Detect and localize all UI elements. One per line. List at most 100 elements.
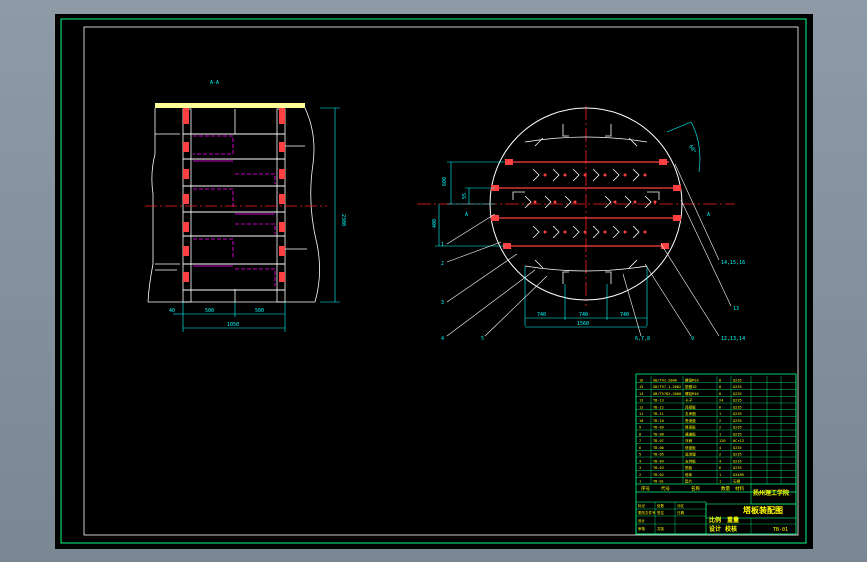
parts-cell: TB-11 bbox=[653, 412, 664, 416]
parts-cell: 6 bbox=[719, 466, 721, 470]
parts-cell: Q235 bbox=[733, 419, 742, 423]
parts-cell: TB-01 bbox=[653, 480, 664, 484]
parts-cell: 受液盘 bbox=[685, 418, 696, 423]
parts-cell: TB-06 bbox=[653, 446, 664, 450]
parts-cell: 3 bbox=[639, 466, 641, 470]
parts-cell: GB/T97.1-2002 bbox=[653, 385, 681, 389]
parts-cell: 4 bbox=[639, 459, 641, 463]
section-mark-right: A bbox=[707, 212, 710, 218]
leader-label-3: 3 bbox=[441, 300, 444, 306]
mini-label-date: 日期 bbox=[677, 510, 685, 515]
drawing-number: TB-01 bbox=[773, 527, 788, 533]
parts-cell: Q235 bbox=[733, 405, 742, 409]
parts-header-no: 序号 bbox=[641, 485, 650, 492]
leader-label-13: 13 bbox=[733, 306, 739, 312]
parts-cell: TB-10 bbox=[653, 419, 664, 423]
parts-cell: 8 bbox=[639, 432, 641, 436]
parts-cell: 1 bbox=[639, 480, 641, 484]
parts-cell: Q235 bbox=[733, 446, 742, 450]
parts-cell: 2 bbox=[639, 473, 641, 477]
parts-cell: 4 bbox=[719, 459, 721, 463]
elevation-view: A-A 2300 40 500 500 1050 bbox=[145, 80, 346, 332]
parts-header-code: 代号 bbox=[661, 485, 670, 492]
dim-v2: 55 bbox=[462, 193, 468, 199]
mini-label-count: 处数 bbox=[657, 503, 665, 508]
parts-cell: Q235 bbox=[733, 432, 742, 436]
drawing-title: 塔板装配图 bbox=[743, 505, 783, 515]
parts-cell: 1 bbox=[719, 412, 721, 416]
parts-cell: TB-09 bbox=[653, 426, 664, 430]
parts-cell: 12 bbox=[639, 405, 643, 409]
parts-cell: 垫片 bbox=[685, 479, 693, 484]
valve-pattern bbox=[524, 168, 652, 239]
parts-cell: 15 bbox=[639, 385, 643, 389]
parts-cell: Q235 bbox=[733, 459, 742, 463]
parts-cell: 8 bbox=[719, 392, 721, 396]
leader-label-4: 4 bbox=[441, 336, 444, 342]
stamp-designer: 设计 bbox=[709, 525, 721, 533]
parts-cell: 垫圈10 bbox=[685, 384, 697, 389]
parts-cell: 浮阀 bbox=[685, 438, 693, 443]
parts-list-text: 16 GB/T41-2000 螺母M10 8 Q23515 GB/T97.1-2002 垫圈… bbox=[639, 377, 745, 483]
parts-cell: 塔盘板 bbox=[685, 445, 696, 450]
plan-dimensions bbox=[435, 121, 701, 328]
left-break-line bbox=[147, 108, 156, 303]
parts-cell: 13 bbox=[639, 399, 643, 403]
parts-cell: 14 bbox=[639, 392, 643, 396]
parts-cell: Q235 bbox=[733, 399, 742, 403]
mini-label-mark: 标记 bbox=[638, 503, 646, 508]
parts-cell: 7 bbox=[639, 439, 641, 443]
parts-cell: Q235 bbox=[733, 426, 742, 430]
parts-cell: TB-07 bbox=[653, 439, 664, 443]
parts-cell: 1 bbox=[719, 432, 721, 436]
mini-label-zone: 分区 bbox=[677, 503, 685, 508]
parts-cell: Q235 bbox=[733, 392, 742, 396]
cad-viewport[interactable]: A-A 2300 40 500 500 1050 600 55 400 740 … bbox=[55, 14, 813, 549]
mini-label-sign: 签名 bbox=[657, 510, 664, 515]
dim-half-left: 500 bbox=[205, 308, 214, 314]
dim-half-right: 500 bbox=[255, 308, 264, 314]
dim-total: 1560 bbox=[577, 321, 589, 327]
parts-cell: 8 bbox=[719, 378, 721, 382]
parts-cell: 卡子 bbox=[685, 398, 693, 403]
valve-markers bbox=[533, 173, 657, 234]
parts-cell: TB-02 bbox=[653, 473, 664, 477]
plan-view: 600 55 400 740 740 740 1560 60° A A 1 2 … bbox=[417, 106, 745, 342]
parts-cell: 10 bbox=[639, 419, 643, 423]
title-block: 16 GB/T41-2000 螺母M10 8 Q23515 GB/T97.1-2002 垫圈… bbox=[635, 373, 797, 535]
stamp-weight: 重量 bbox=[727, 516, 739, 524]
leader-label-6-7-8: 6,7,8 bbox=[635, 336, 650, 342]
leader-label-12-13-14: 12,13,14 bbox=[721, 336, 745, 342]
parts-cell: TB-08 bbox=[653, 432, 664, 436]
parts-cell: 4 bbox=[719, 446, 721, 450]
parts-cell: 2 bbox=[719, 453, 721, 457]
parts-cell: 11 bbox=[639, 412, 643, 416]
parts-cell: 6 bbox=[719, 405, 721, 409]
drawing-canvas: A-A 2300 40 500 500 1050 600 55 400 740 … bbox=[60, 18, 807, 544]
elevation-dimensions bbox=[173, 107, 340, 332]
parts-cell: TB-04 bbox=[653, 459, 664, 463]
parts-cell: 16 bbox=[639, 378, 643, 382]
dim-seg3: 740 bbox=[620, 312, 629, 318]
dim-angle: 60° bbox=[687, 144, 697, 155]
dim-height: 2300 bbox=[340, 214, 346, 226]
parts-cell: TB-12 bbox=[653, 405, 664, 409]
parts-cell: Q235 bbox=[733, 385, 742, 389]
parts-cell: 石棉 bbox=[733, 479, 741, 484]
parts-cell: 2 bbox=[719, 419, 721, 423]
outer-frame bbox=[60, 18, 807, 544]
parts-cell: 溢流堰 bbox=[685, 452, 696, 457]
parts-cell: 24 bbox=[719, 399, 723, 403]
dim-left-gap: 40 bbox=[169, 308, 175, 314]
leader-label-1: 1 bbox=[441, 242, 444, 248]
leader-label-14-15-16: 14,15,16 bbox=[721, 260, 745, 266]
dim-v1: 600 bbox=[442, 177, 448, 186]
parts-cell: 1 bbox=[719, 480, 721, 484]
parts-header-qty: 数量 bbox=[721, 485, 730, 492]
parts-cell: 塔体 bbox=[685, 472, 693, 477]
parts-header-name: 名称 bbox=[691, 485, 700, 492]
right-break-line bbox=[304, 107, 320, 303]
elevation-top-cap bbox=[155, 103, 305, 108]
stamp-left-design: 设计 bbox=[638, 518, 646, 523]
parts-cell: 6 bbox=[639, 446, 641, 450]
